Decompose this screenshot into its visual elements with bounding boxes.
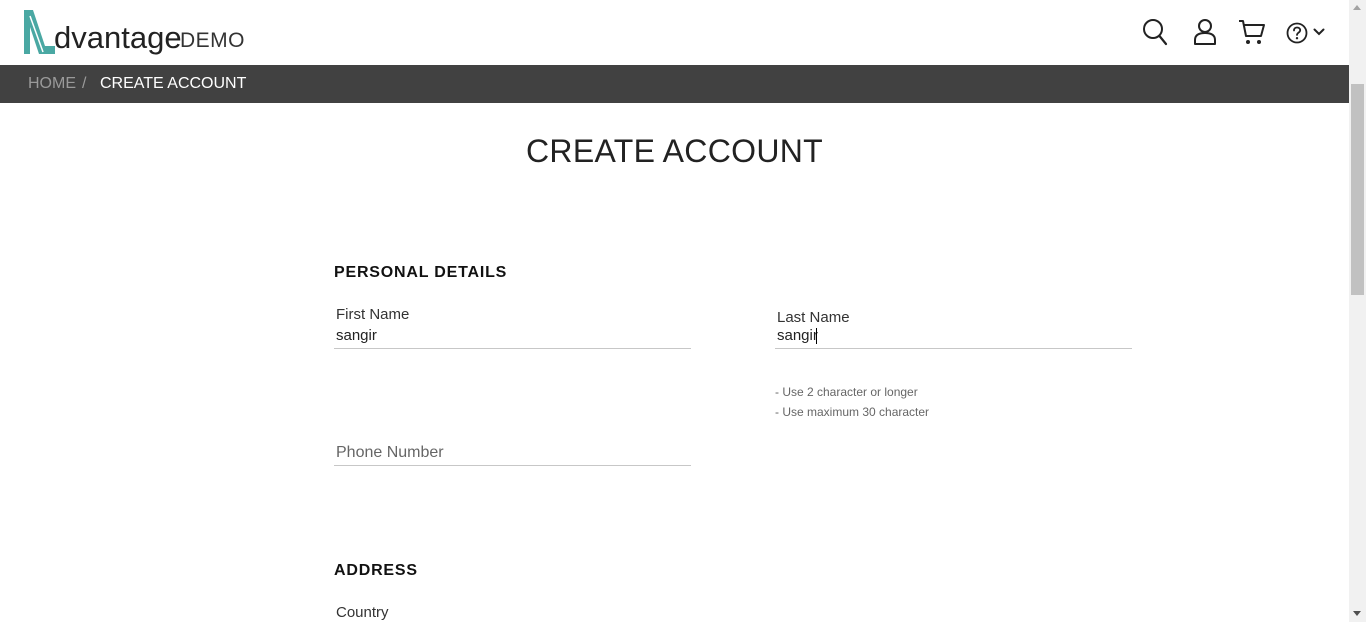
help-icon[interactable] xyxy=(1286,22,1308,44)
breadcrumb: HOME / CREATE ACCOUNT xyxy=(0,65,1349,103)
logo-demo-text: DEMO xyxy=(180,29,245,52)
last-name-hint-max: - Use maximum 30 character xyxy=(775,405,930,419)
scroll-up-arrow-icon[interactable] xyxy=(1353,5,1361,10)
search-icon[interactable] xyxy=(1142,18,1168,46)
personal-details-heading: PERSONAL DETAILS xyxy=(334,264,508,281)
cart-icon[interactable] xyxy=(1238,18,1266,46)
scroll-down-arrow-icon[interactable] xyxy=(1353,611,1361,616)
site-header: dvantage DEMO xyxy=(0,0,1349,65)
breadcrumb-home-link[interactable]: HOME xyxy=(28,65,76,103)
text-cursor xyxy=(816,328,817,344)
logo-text: dvantage xyxy=(54,20,182,55)
chevron-down-icon[interactable] xyxy=(1313,28,1325,37)
address-heading: ADDRESS xyxy=(334,562,418,579)
breadcrumb-separator: / xyxy=(82,75,87,92)
first-name-field: First Name xyxy=(334,306,691,350)
last-name-label: Last Name xyxy=(777,309,850,326)
page-title: CREATE ACCOUNT xyxy=(526,133,823,169)
breadcrumb-current: CREATE ACCOUNT xyxy=(100,75,247,92)
last-name-field: Last Name xyxy=(775,309,1132,350)
country-label: Country xyxy=(336,604,389,621)
last-name-hint-min: - Use 2 character or longer xyxy=(775,385,918,399)
logo-mark-icon xyxy=(24,10,55,54)
scrollbar[interactable] xyxy=(1349,0,1366,622)
first-name-label: First Name xyxy=(336,306,410,323)
user-icon[interactable] xyxy=(1193,18,1217,46)
scrollbar-thumb[interactable] xyxy=(1351,84,1364,295)
phone-number-field xyxy=(334,444,691,474)
phone-number-input[interactable] xyxy=(334,444,691,466)
last-name-input[interactable] xyxy=(775,327,1132,349)
first-name-input[interactable] xyxy=(334,327,691,349)
